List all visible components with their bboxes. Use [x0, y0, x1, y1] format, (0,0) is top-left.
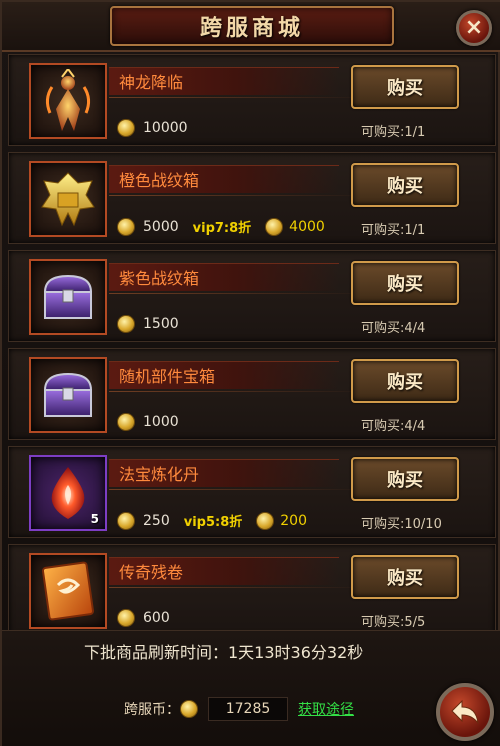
coin-icon	[256, 511, 275, 530]
vip-discount-label: vip5:8折	[183, 515, 243, 530]
orange-crystal-chest-icon	[41, 172, 95, 227]
item-name: 橙色战纹箱	[119, 171, 200, 190]
item-icon-slot[interactable]	[29, 161, 107, 237]
shop-window: 跨服商城 × 神龙降临 10000 购买 可购买:1/1 橙色战纹箱 5000 …	[0, 0, 500, 746]
price: 10000	[143, 120, 188, 136]
close-button[interactable]: ×	[456, 10, 492, 46]
shop-item: 神龙降临 10000 购买 可购买:1/1	[8, 54, 496, 146]
item-icon-slot[interactable]	[29, 357, 107, 433]
discount-price-group: 4000	[265, 217, 325, 236]
item-name: 随机部件宝箱	[119, 367, 216, 386]
price: 250	[143, 512, 170, 529]
buy-button[interactable]: 购买	[351, 65, 459, 109]
price-line: 250 vip5:8折 200	[117, 511, 307, 530]
purchase-limit: 可购买:4/4	[361, 419, 426, 434]
coin-icon	[117, 511, 135, 530]
shop-item: 随机部件宝箱 1000 购买 可购买:4/4	[8, 348, 496, 440]
item-name: 神龙降临	[119, 73, 184, 92]
divider	[109, 489, 369, 490]
buy-button[interactable]: 购买	[351, 555, 459, 599]
purple-chest-icon	[43, 274, 93, 319]
coin-icon	[117, 217, 135, 236]
buy-button[interactable]: 购买	[351, 163, 459, 207]
buy-button[interactable]: 购买	[351, 359, 459, 403]
coin-icon	[180, 700, 198, 718]
item-name: 传奇残卷	[119, 563, 184, 582]
shop-item: 紫色战纹箱 1500 购买 可购买:4/4	[8, 250, 496, 342]
purple-chest-icon	[43, 372, 93, 417]
get-currency-link[interactable]: 获取途径	[298, 699, 354, 719]
purchase-limit: 可购买:4/4	[361, 321, 426, 336]
shop-item: 5 法宝炼化丹 250 vip5:8折 200 购买 可购买:10/10	[8, 446, 496, 538]
title-plate: 跨服商城	[110, 6, 394, 46]
item-name: 法宝炼化丹	[119, 465, 200, 484]
coin-icon	[117, 315, 135, 333]
item-list: 神龙降临 10000 购买 可购买:1/1 橙色战纹箱 5000 vip7:8折…	[8, 54, 496, 642]
purchase-limit: 可购买:5/5	[361, 615, 426, 630]
footer-panel: 下批商品刷新时间：1天13时36分32秒 跨服币： 17285 获取途径	[2, 630, 500, 746]
divider	[109, 587, 369, 588]
price: 5000	[143, 218, 179, 235]
coin-icon	[117, 609, 135, 627]
page-title: 跨服商城	[199, 15, 304, 41]
header-bar: 跨服商城 ×	[2, 2, 500, 52]
discount-price: 200	[280, 512, 307, 529]
purchase-limit: 可购买:1/1	[361, 223, 426, 238]
price: 1500	[143, 316, 179, 332]
golden-dragon-figure-icon	[45, 69, 91, 131]
back-arrow-icon	[451, 699, 479, 725]
buy-button[interactable]: 购买	[351, 261, 459, 305]
item-count: 5	[90, 512, 99, 526]
coin-icon	[117, 413, 135, 431]
price-line: 10000	[117, 119, 188, 137]
divider	[109, 391, 369, 392]
price-line: 600	[117, 609, 170, 627]
price-line: 1000	[117, 413, 179, 431]
item-icon-slot[interactable]: 5	[29, 455, 107, 531]
vip-discount-label: vip7:8折	[192, 221, 252, 236]
currency-row: 跨服币： 17285 获取途径	[124, 697, 354, 721]
shop-item: 传奇残卷 600 购买 可购买:5/5	[8, 544, 496, 636]
orange-scroll-icon	[41, 561, 95, 621]
item-icon-slot[interactable]	[29, 63, 107, 139]
item-icon-slot[interactable]	[29, 553, 107, 629]
refresh-timer: 下批商品刷新时间：1天13时36分32秒	[84, 643, 364, 662]
item-icon-slot[interactable]	[29, 259, 107, 335]
divider	[109, 195, 369, 196]
coin-icon	[117, 119, 135, 137]
coin-icon	[265, 217, 284, 236]
purchase-limit: 可购买:1/1	[361, 125, 426, 140]
currency-value: 17285	[208, 697, 288, 721]
buy-button[interactable]: 购买	[351, 457, 459, 501]
shop-item: 橙色战纹箱 5000 vip7:8折 4000 购买 可购买:1/1	[8, 152, 496, 244]
price: 1000	[143, 414, 179, 430]
price: 600	[143, 610, 170, 626]
price-line: 5000 vip7:8折 4000	[117, 217, 325, 236]
discount-price: 4000	[289, 218, 325, 235]
back-button[interactable]	[436, 683, 494, 741]
red-flame-gem-icon	[51, 467, 85, 519]
divider	[109, 293, 369, 294]
price-line: 1500	[117, 315, 179, 333]
discount-price-group: 200	[256, 511, 307, 530]
item-name: 紫色战纹箱	[119, 269, 200, 288]
currency-label: 跨服币：	[124, 702, 180, 718]
divider	[109, 97, 369, 98]
close-icon: ×	[464, 15, 484, 40]
purchase-limit: 可购买:10/10	[361, 517, 442, 532]
